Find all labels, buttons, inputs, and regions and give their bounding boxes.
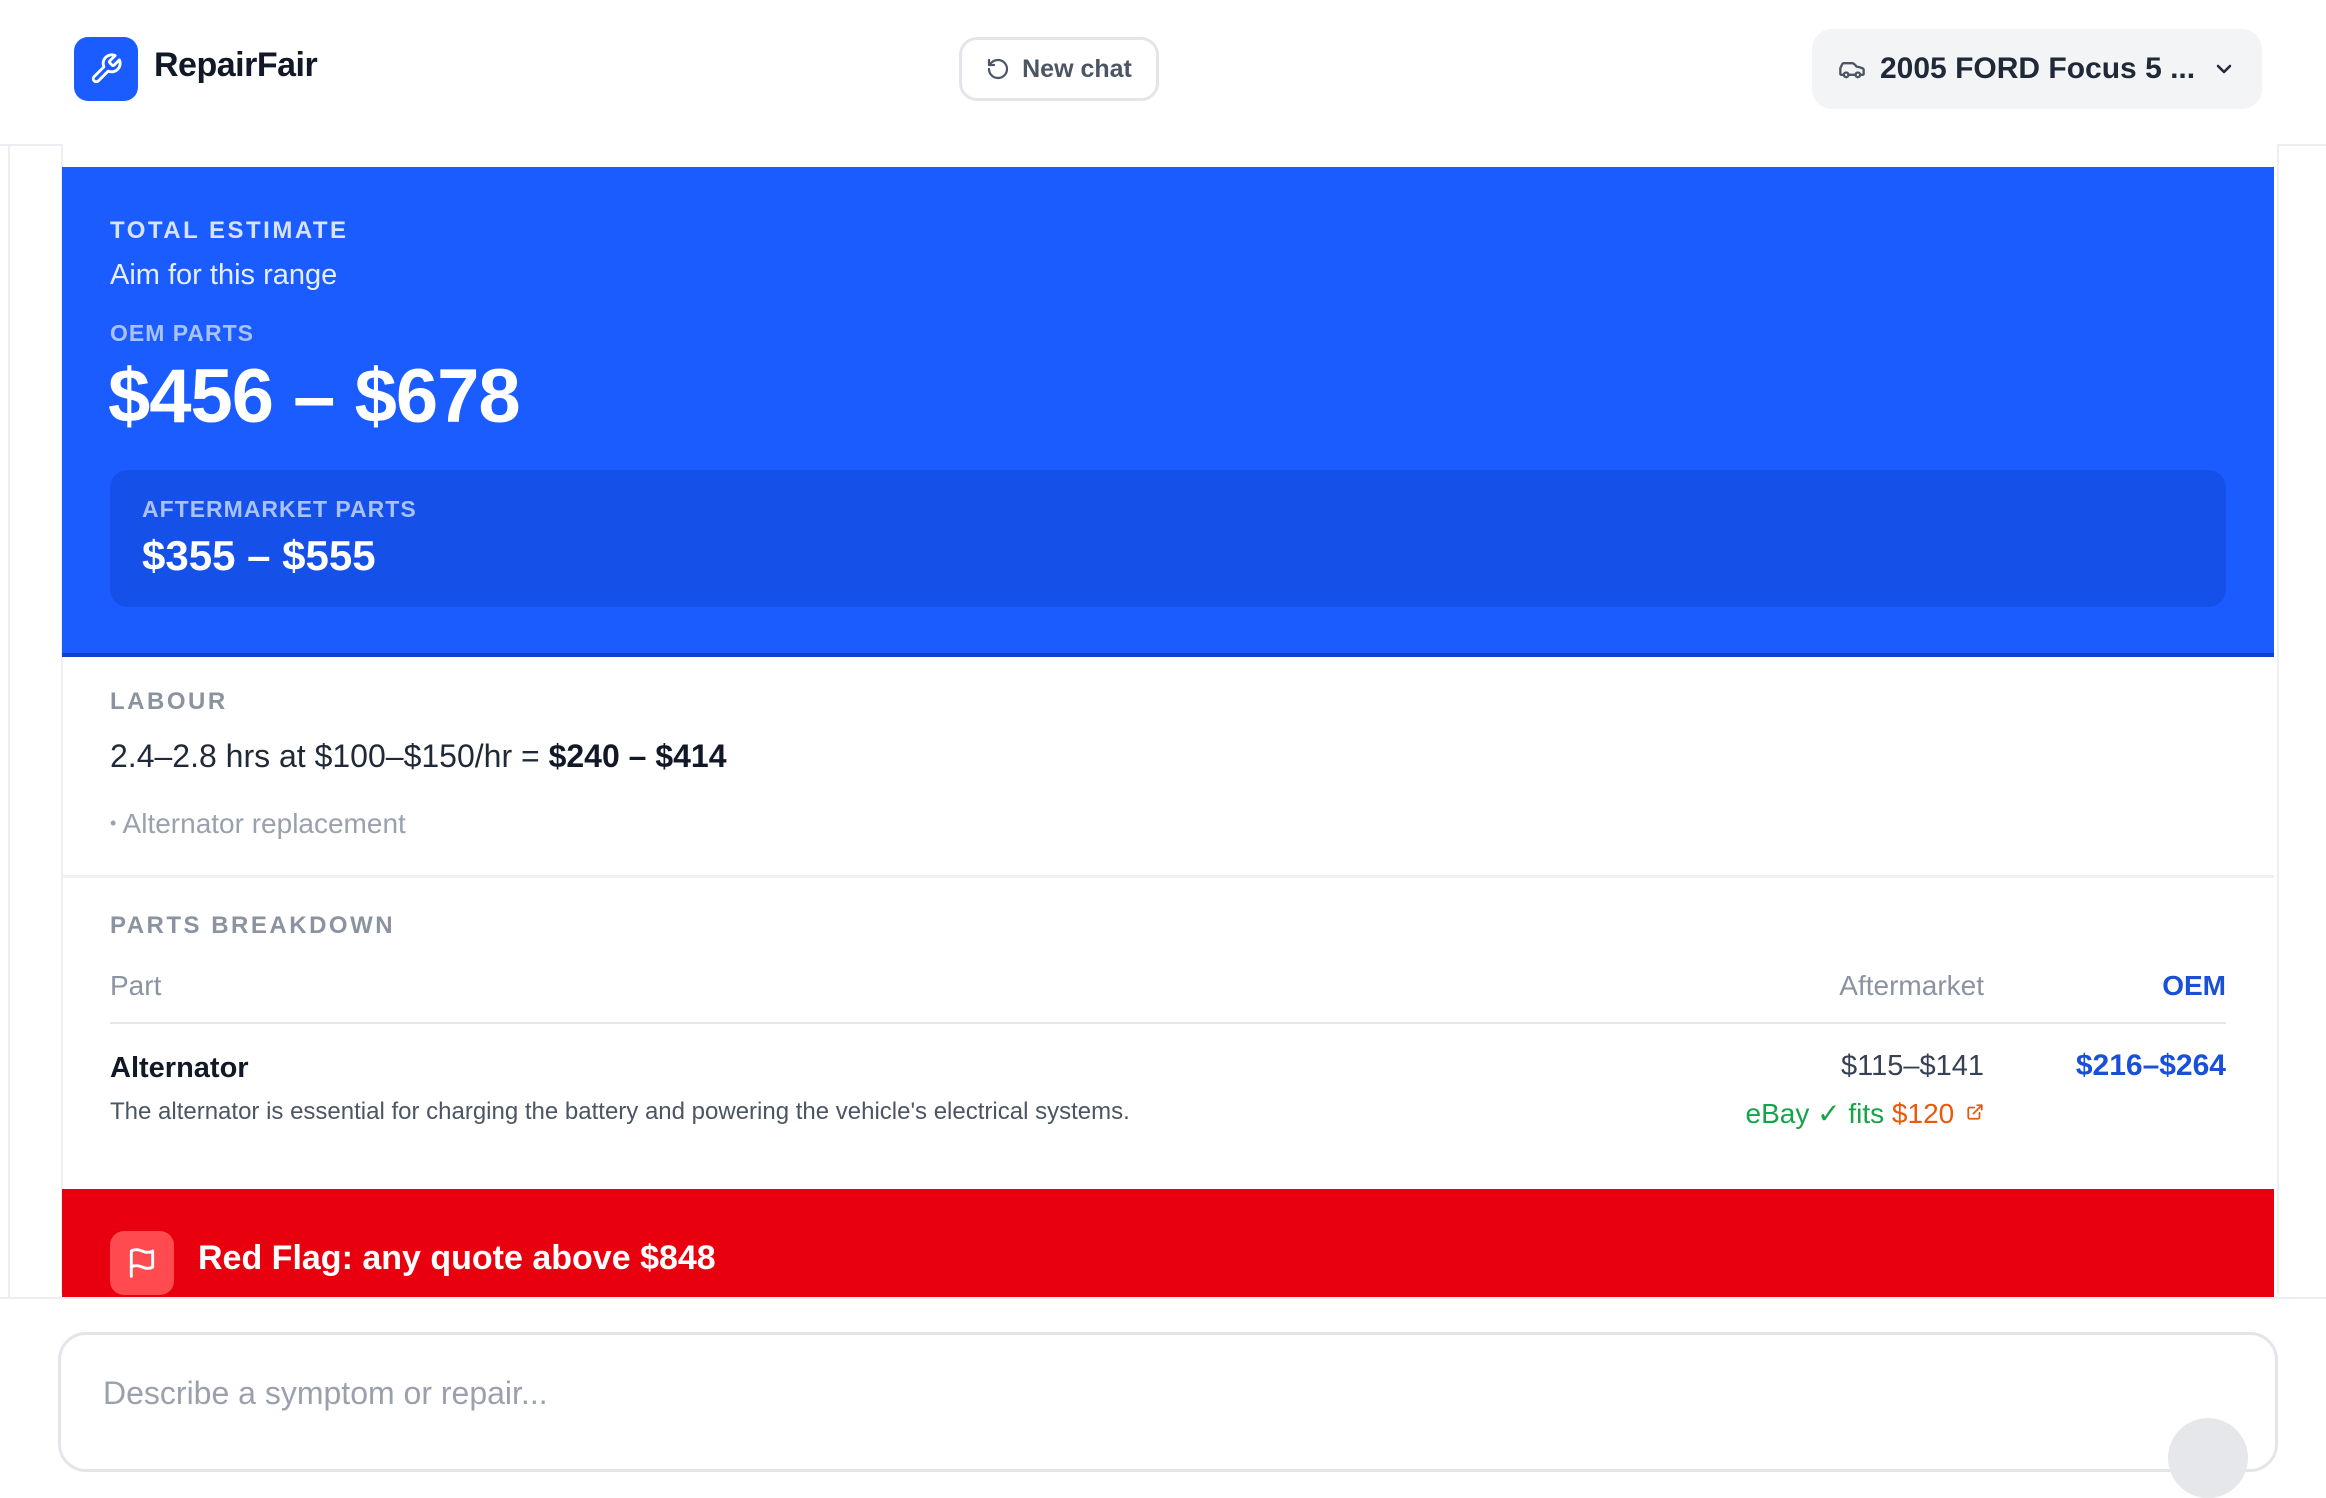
vehicle-selector[interactable]: 2005 FORD Focus 5 ... xyxy=(1812,29,2262,109)
new-chat-button[interactable]: New chat xyxy=(959,37,1159,101)
external-link-icon xyxy=(1967,1104,1983,1120)
app-name: RepairFair xyxy=(154,46,318,84)
column-header-aftermarket: Aftermarket xyxy=(1839,970,1984,1001)
ebay-price: $120 xyxy=(1891,1098,1955,1129)
refresh-icon xyxy=(988,58,1009,80)
labour-item-label: Alternator replacement xyxy=(122,808,406,839)
app-header: RepairFair New chat 2005 FORD Focus 5 ..… xyxy=(0,0,2326,146)
ebay-link[interactable]: eBay ✓ fits $120 xyxy=(1746,1097,1984,1130)
aftermarket-range: $355 – $555 xyxy=(142,532,376,579)
labour-item: • Alternator replacement xyxy=(110,808,406,840)
labour-total: $240 – $414 xyxy=(548,738,727,774)
vehicle-label: 2005 FORD Focus 5 ... xyxy=(1880,52,2196,85)
logo[interactable] xyxy=(74,37,138,101)
composer xyxy=(58,1332,2278,1472)
column-header-oem: OEM xyxy=(2162,970,2226,1001)
red-flag-text: Red Flag: any quote above $848 xyxy=(198,1239,716,1277)
car-icon xyxy=(1839,62,1865,79)
section-divider xyxy=(62,875,2274,878)
bullet-dot: • xyxy=(110,813,117,833)
oem-range: $456 – $678 xyxy=(108,354,521,439)
flag-icon xyxy=(129,1248,155,1278)
aftermarket-panel: AFTERMARKET PARTS $355 – $555 xyxy=(110,470,2226,607)
left-rule xyxy=(8,0,10,1450)
ebay-label: eBay ✓ fits xyxy=(1745,1098,1892,1129)
send-button[interactable] xyxy=(2168,1418,2248,1498)
labour-formula-text: 2.4–2.8 hrs at $100–$150/hr = xyxy=(110,738,549,774)
oem-parts-label: OEM PARTS xyxy=(110,320,255,346)
red-flag-banner: Red Flag: any quote above $848 xyxy=(62,1189,2274,1297)
total-estimate-panel: TOTAL ESTIMATE Aim for this range OEM PA… xyxy=(62,167,2274,657)
total-estimate-subtitle: Aim for this range xyxy=(110,259,338,291)
part-name: Alternator xyxy=(110,1052,249,1084)
total-estimate-heading: TOTAL ESTIMATE xyxy=(110,217,349,244)
column-header-part: Part xyxy=(110,970,162,1001)
wrench-icon xyxy=(91,53,122,84)
parts-heading: PARTS BREAKDOWN xyxy=(110,912,396,939)
chevron-down-icon xyxy=(2216,64,2232,74)
aftermarket-price: $115–$141 xyxy=(1840,1050,1984,1082)
oem-price: $216–$264 xyxy=(2075,1049,2226,1082)
message-input[interactable] xyxy=(101,1367,2005,1419)
labour-heading: LABOUR xyxy=(110,688,228,715)
flag-badge xyxy=(110,1231,174,1295)
new-chat-label: New chat xyxy=(1022,54,1132,83)
part-description: The alternator is essential for charging… xyxy=(110,1098,1130,1125)
table-header-rule xyxy=(110,1022,2226,1024)
aftermarket-parts-label: AFTERMARKET PARTS xyxy=(142,496,417,522)
labour-formula: 2.4–2.8 hrs at $100–$150/hr = $240 – $41… xyxy=(110,738,727,775)
